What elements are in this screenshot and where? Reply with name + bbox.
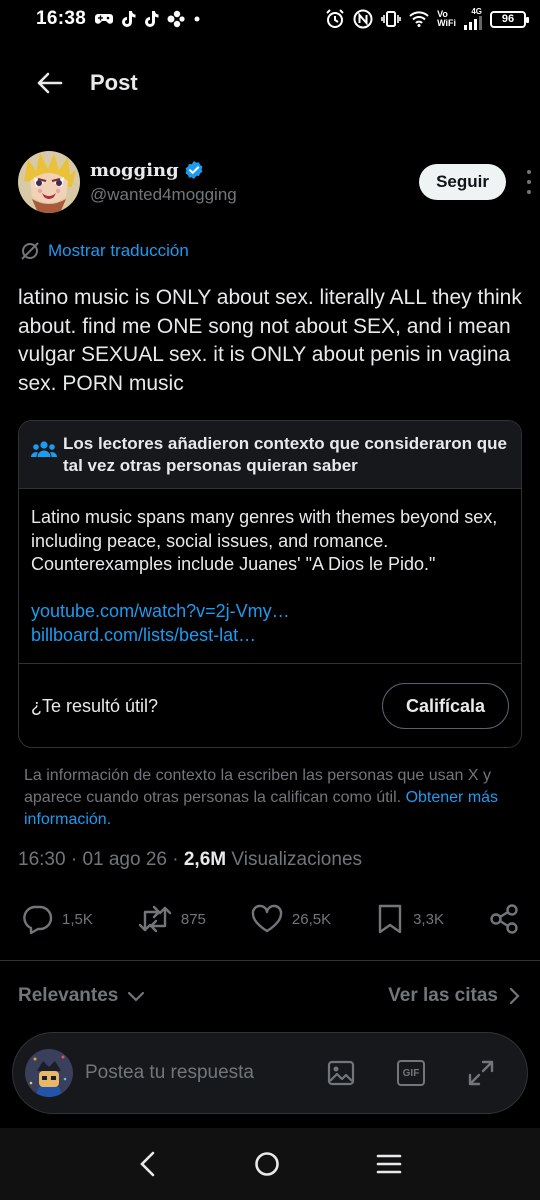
vowifi-indicator: Vo WiFi	[437, 10, 456, 28]
gif-label: GIF	[402, 1067, 420, 1079]
share-icon	[490, 904, 518, 934]
translate-icon	[21, 242, 39, 260]
more-options-button[interactable]	[524, 170, 534, 194]
network-type: 4G	[471, 7, 482, 16]
cell-signal: 4G	[464, 8, 482, 30]
community-note-text: Latino music spans many genres with them…	[31, 507, 498, 574]
post-meta: 16:30 · 01 ago 26 · 2,6M Visualizaciones	[18, 849, 363, 870]
author-display-name[interactable]: mogging	[90, 160, 179, 181]
bookmark-button[interactable]: 3,3K	[375, 903, 444, 935]
post-time: 16:30	[18, 849, 66, 870]
chevron-down-icon	[128, 991, 145, 1002]
share-button[interactable]	[488, 903, 520, 935]
repost-count: 875	[180, 910, 206, 928]
community-note-body: Latino music spans many genres with them…	[19, 489, 521, 664]
system-navigation-bar	[0, 1128, 540, 1200]
nav-recents-icon[interactable]	[376, 1152, 402, 1176]
gif-icon[interactable]: GIF	[397, 1060, 425, 1086]
bookmark-icon	[378, 904, 402, 934]
signal-icon	[464, 16, 482, 30]
view-quotes-label: Ver las citas	[388, 985, 498, 1006]
nfc-icon	[353, 9, 373, 29]
show-translation-label: Mostrar traducción	[48, 241, 189, 260]
rate-note-button[interactable]: Califícala	[381, 683, 509, 729]
gamepad-icon	[95, 14, 114, 24]
display-name-row: mogging	[90, 160, 237, 181]
views-label: Visualizaciones	[231, 849, 363, 870]
app-notification-icon	[167, 10, 185, 28]
author-handle[interactable]: @wanted4mogging	[90, 185, 237, 205]
note-disclaimer: La información de contexto la escriben l…	[24, 765, 514, 831]
repost-button[interactable]: 875	[137, 904, 206, 934]
notification-icons	[94, 10, 200, 28]
status-time: 16:38	[36, 8, 87, 29]
author-row: mogging @wanted4mogging Seguir	[18, 150, 531, 214]
battery-level: 96	[501, 13, 515, 25]
expand-icon[interactable]	[467, 1059, 495, 1087]
vibrate-icon	[381, 11, 401, 27]
bookmark-count: 3,3K	[413, 910, 444, 928]
vowifi-line2: WiFi	[437, 18, 456, 28]
nav-home-icon[interactable]	[253, 1150, 281, 1178]
views-count[interactable]: 2,6M	[184, 849, 226, 870]
action-bar: 1,5K 875 26,5K 3,3K	[20, 899, 520, 939]
helpful-question: ¿Te resultó útil?	[31, 695, 159, 716]
like-button[interactable]: 26,5K	[250, 904, 331, 934]
section-divider	[0, 960, 540, 961]
sort-replies-dropdown[interactable]: Relevantes	[18, 985, 146, 1007]
repost-icon	[138, 905, 172, 933]
user-avatar	[25, 1049, 73, 1097]
more-dot	[527, 190, 531, 194]
community-note-links: youtube.com/watch?v=2j-Vmy… billboard.co…	[31, 599, 509, 647]
nav-back-icon[interactable]	[138, 1150, 158, 1178]
battery-indicator: 96	[490, 10, 529, 28]
reply-input[interactable]: Postea tu respuesta	[85, 1062, 254, 1084]
sort-replies-label: Relevantes	[18, 985, 119, 1006]
comment-icon	[23, 905, 53, 934]
composer-tools: GIF	[327, 1059, 495, 1087]
heart-icon	[251, 904, 283, 933]
author-names: mogging @wanted4mogging	[90, 160, 237, 205]
community-note-footer: ¿Te resultó útil? Califícala	[19, 664, 521, 747]
tiktok-icon-2	[145, 11, 159, 27]
status-right: Vo WiFi 4G 96	[325, 8, 529, 30]
user-avatar-illustration	[25, 1049, 73, 1097]
avatar-illustration	[18, 151, 80, 213]
page-title: Post	[90, 70, 138, 95]
tiktok-icon	[122, 11, 136, 27]
people-icon	[31, 441, 57, 457]
reply-composer[interactable]: Postea tu respuesta GIF	[12, 1032, 528, 1114]
reply-button[interactable]: 1,5K	[20, 904, 93, 934]
more-dot	[527, 180, 531, 184]
note-source-link[interactable]: billboard.com/lists/best-lat…	[31, 623, 509, 647]
community-note: Los lectores añadieron contexto que cons…	[18, 420, 522, 748]
status-bar: 16:38 Vo WiFi 4G 96	[0, 0, 540, 38]
author-avatar[interactable]	[18, 151, 80, 213]
back-button[interactable]	[32, 66, 66, 100]
post-date: 01 ago 26	[82, 849, 167, 870]
community-note-title: Los lectores añadieron contexto que cons…	[63, 434, 507, 475]
post-text: latino music is ONLY about sex. literall…	[18, 286, 522, 395]
verified-badge-icon[interactable]	[184, 160, 204, 180]
image-icon[interactable]	[327, 1059, 355, 1087]
note-source-link[interactable]: youtube.com/watch?v=2j-Vmy…	[31, 599, 509, 623]
follow-button[interactable]: Seguir	[419, 164, 506, 200]
wifi-icon	[409, 11, 429, 27]
replies-filter-row: Relevantes Ver las citas	[18, 985, 520, 1007]
chevron-right-icon	[509, 987, 520, 1005]
alarm-icon	[326, 9, 344, 28]
show-translation-link[interactable]: Mostrar traducción	[20, 241, 189, 261]
like-count: 26,5K	[291, 910, 332, 928]
reply-count: 1,5K	[62, 910, 93, 928]
community-note-header: Los lectores añadieron contexto que cons…	[19, 421, 521, 489]
view-quotes-link[interactable]: Ver las citas	[388, 985, 520, 1007]
top-app-bar: Post	[0, 50, 540, 116]
more-dot	[527, 170, 531, 174]
dot-icon	[194, 16, 200, 22]
arrow-left-icon	[37, 72, 63, 94]
